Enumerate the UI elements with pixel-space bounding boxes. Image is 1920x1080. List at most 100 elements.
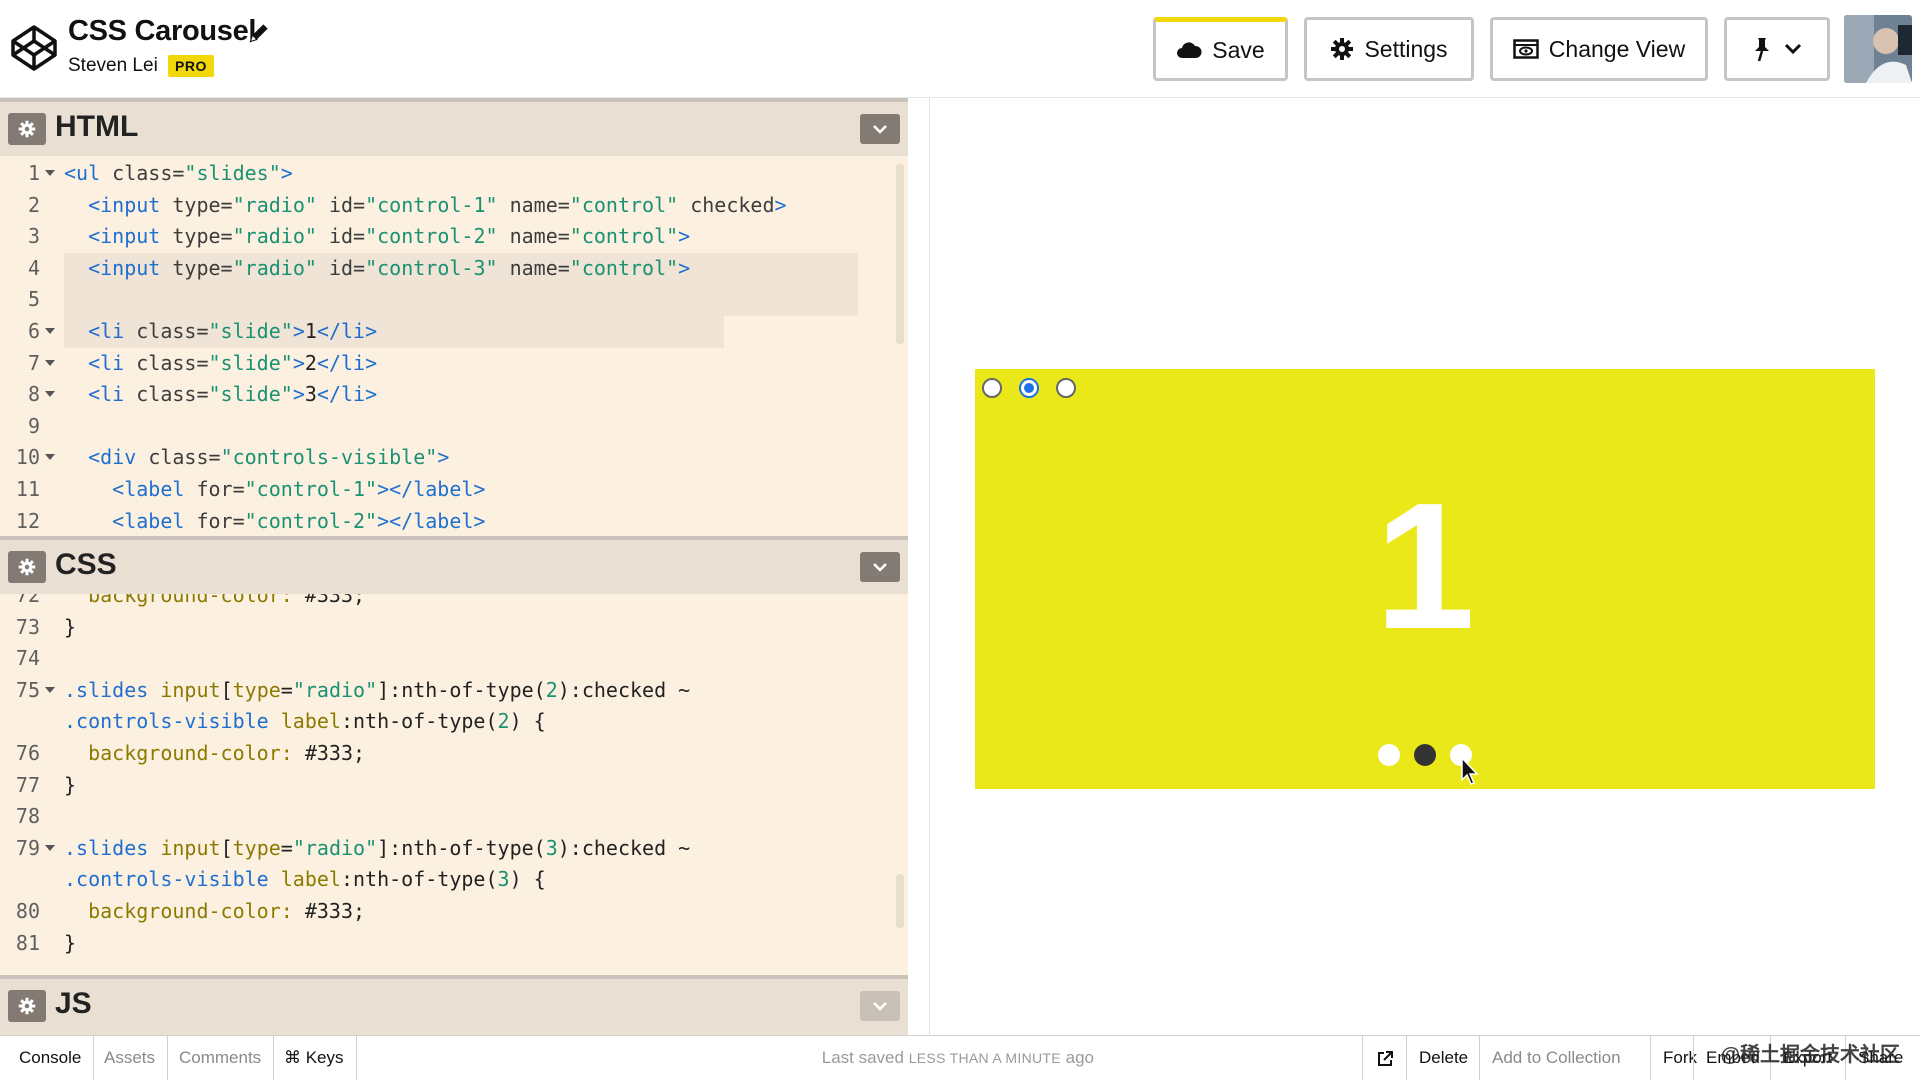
code-line: background-color: #333; (88, 898, 366, 923)
console-button[interactable]: Console (7, 1036, 95, 1080)
js-panel-header: JS (0, 975, 908, 1035)
author-name[interactable]: Steven Lei (68, 55, 158, 77)
line-number: 72 (15, 594, 40, 607)
code-line: background-color: #333; (88, 594, 366, 607)
fold-arrow-icon[interactable] (45, 686, 55, 693)
html-panel-title: HTML (55, 110, 139, 143)
line-number: 5 (27, 287, 40, 312)
code-line: <li class="slide">2</li> (88, 350, 378, 375)
slide-number: 1 (1374, 466, 1476, 667)
radio-control-2[interactable] (1019, 378, 1039, 398)
fold-arrow-icon[interactable] (45, 327, 55, 334)
code-line: <li class="slide">1</li> (88, 318, 378, 343)
css-panel-title: CSS (55, 548, 117, 581)
change-view-button[interactable]: Change View (1490, 17, 1708, 81)
line-number: 78 (15, 804, 40, 829)
avatar-photo-icon (1844, 15, 1912, 83)
code-line: <li class="slide">3</li> (88, 382, 378, 407)
line-number: 75 (15, 677, 40, 702)
code-line: .slides input[type="radio"]:nth-of-type(… (64, 677, 691, 702)
last-saved-status: Last saved LESS THAN A MINUTE ago (821, 1048, 1094, 1067)
codepen-logo-icon[interactable] (10, 24, 58, 72)
save-label: Save (1212, 36, 1265, 63)
line-number: 1 (27, 161, 40, 185)
line-number: 4 (27, 255, 40, 280)
fold-arrow-icon[interactable] (45, 170, 55, 176)
change-view-label: Change View (1548, 35, 1686, 62)
html-panel-header: HTML (0, 98, 908, 156)
pen-title[interactable]: CSS Carousel (68, 15, 256, 48)
chevron-down-icon (873, 125, 887, 134)
editor-resize-handle[interactable] (908, 98, 930, 1035)
assets-button[interactable]: Assets (92, 1036, 169, 1080)
pin-icon (1755, 38, 1769, 62)
editor-column: HTML 1 <ul class="slides"> 2 <input type=… (0, 98, 908, 1035)
carousel-slide: 1 (975, 369, 1875, 789)
radio-control-1[interactable] (982, 378, 1002, 398)
fold-arrow-icon[interactable] (45, 391, 55, 398)
chevron-down-icon (1784, 43, 1802, 55)
js-settings-button[interactable] (8, 990, 46, 1022)
html-code-editor[interactable]: 1 <ul class="slides"> 2 <input type="radi… (0, 158, 908, 536)
carousel-dot-1[interactable] (1378, 744, 1400, 766)
code-line: } (64, 614, 77, 639)
line-number: 8 (27, 382, 40, 407)
user-avatar[interactable] (1844, 15, 1912, 83)
css-settings-button[interactable] (8, 551, 46, 583)
line-number: 6 (27, 318, 40, 343)
settings-button[interactable]: Settings (1304, 17, 1474, 81)
gear-icon (18, 997, 36, 1015)
gear-icon (1331, 38, 1354, 60)
chevron-down-icon (873, 563, 887, 572)
layout-window-icon (1513, 39, 1539, 59)
fold-arrow-icon[interactable] (45, 454, 55, 461)
line-number: 73 (15, 614, 40, 639)
delete-button[interactable]: Delete (1406, 1036, 1480, 1080)
line-number: 77 (15, 772, 40, 797)
code-line: background-color: #333; (88, 740, 366, 765)
save-button[interactable]: Save (1153, 17, 1288, 81)
code-line: } (64, 930, 77, 955)
carousel-dot-2[interactable] (1414, 744, 1436, 766)
css-collapse-button[interactable] (860, 552, 900, 582)
code-line: <div class="controls-visible"> (88, 445, 450, 470)
css-code-editor[interactable]: 72 background-color: #333; 73} 74 75 .sli… (0, 594, 908, 974)
settings-label: Settings (1364, 35, 1448, 62)
code-line: <label for="control-2"></label> (112, 508, 486, 533)
html-collapse-button[interactable] (860, 114, 900, 144)
gear-icon (18, 120, 36, 138)
gear-icon (18, 558, 36, 576)
fold-arrow-icon[interactable] (45, 844, 55, 851)
pro-badge: PRO (168, 55, 214, 77)
code-line: .slides input[type="radio"]:nth-of-type(… (64, 835, 691, 860)
js-panel-title: JS (55, 987, 92, 1020)
css-panel-header: CSS (0, 536, 908, 594)
mouse-cursor-icon (1461, 756, 1479, 785)
code-line: .controls-visible label:nth-of-type(3) { (64, 867, 546, 892)
add-to-collection-button[interactable]: Add to Collection (1479, 1036, 1633, 1080)
line-number: 81 (15, 930, 40, 955)
line-number: 10 (15, 445, 40, 470)
keys-button[interactable]: ⌘ Keys (272, 1036, 357, 1080)
html-settings-button[interactable] (8, 113, 46, 145)
code-line: <input type="radio" id="control-1" name=… (88, 192, 787, 217)
code-line: <ul class="slides"> (64, 161, 293, 185)
pin-menu-button[interactable] (1724, 17, 1830, 81)
line-number: 9 (27, 413, 40, 438)
code-line: .controls-visible label:nth-of-type(2) { (64, 709, 546, 734)
radio-control-3[interactable] (1056, 378, 1076, 398)
comments-button[interactable]: Comments (167, 1036, 275, 1080)
line-number: 3 (27, 224, 40, 249)
line-number: 79 (15, 835, 40, 860)
line-number: 74 (15, 646, 40, 671)
line-number: 11 (15, 476, 40, 501)
js-collapse-button[interactable] (860, 991, 900, 1021)
fold-arrow-icon[interactable] (45, 359, 55, 366)
footer-bar: Console Assets Comments ⌘ Keys Last save… (0, 1035, 1920, 1080)
code-line: <label for="control-1"></label> (112, 476, 486, 501)
open-external-button[interactable] (1362, 1036, 1406, 1080)
line-number: 80 (15, 898, 40, 923)
code-line: } (64, 772, 77, 797)
top-header: CSS Carousel Steven Lei PRO Save Setting… (0, 0, 1920, 98)
pencil-edit-icon[interactable] (246, 20, 272, 46)
